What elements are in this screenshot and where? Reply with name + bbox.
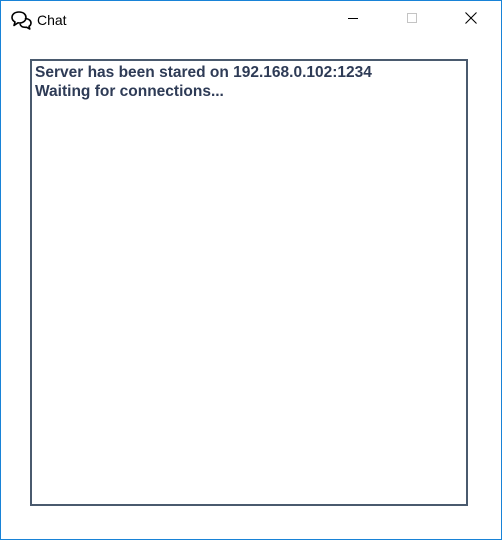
log-line: Server has been stared on 192.168.0.102:…	[35, 64, 372, 81]
window-title: Chat	[37, 12, 67, 28]
close-icon	[464, 11, 478, 30]
chat-bubbles-icon	[11, 10, 33, 30]
minimize-button[interactable]	[324, 1, 382, 39]
close-button[interactable]	[442, 1, 500, 39]
log-line: Waiting for connections...	[35, 83, 224, 100]
server-log-textbox[interactable]: Server has been stared on 192.168.0.102:…	[30, 59, 468, 506]
minimize-icon	[347, 11, 359, 29]
maximize-icon	[406, 11, 418, 29]
maximize-button[interactable]	[383, 1, 441, 39]
title-bar[interactable]: Chat	[1, 1, 501, 39]
client-area: Server has been stared on 192.168.0.102:…	[1, 39, 501, 539]
chat-window: Chat Server has been stared on 192.168.0…	[0, 0, 502, 540]
